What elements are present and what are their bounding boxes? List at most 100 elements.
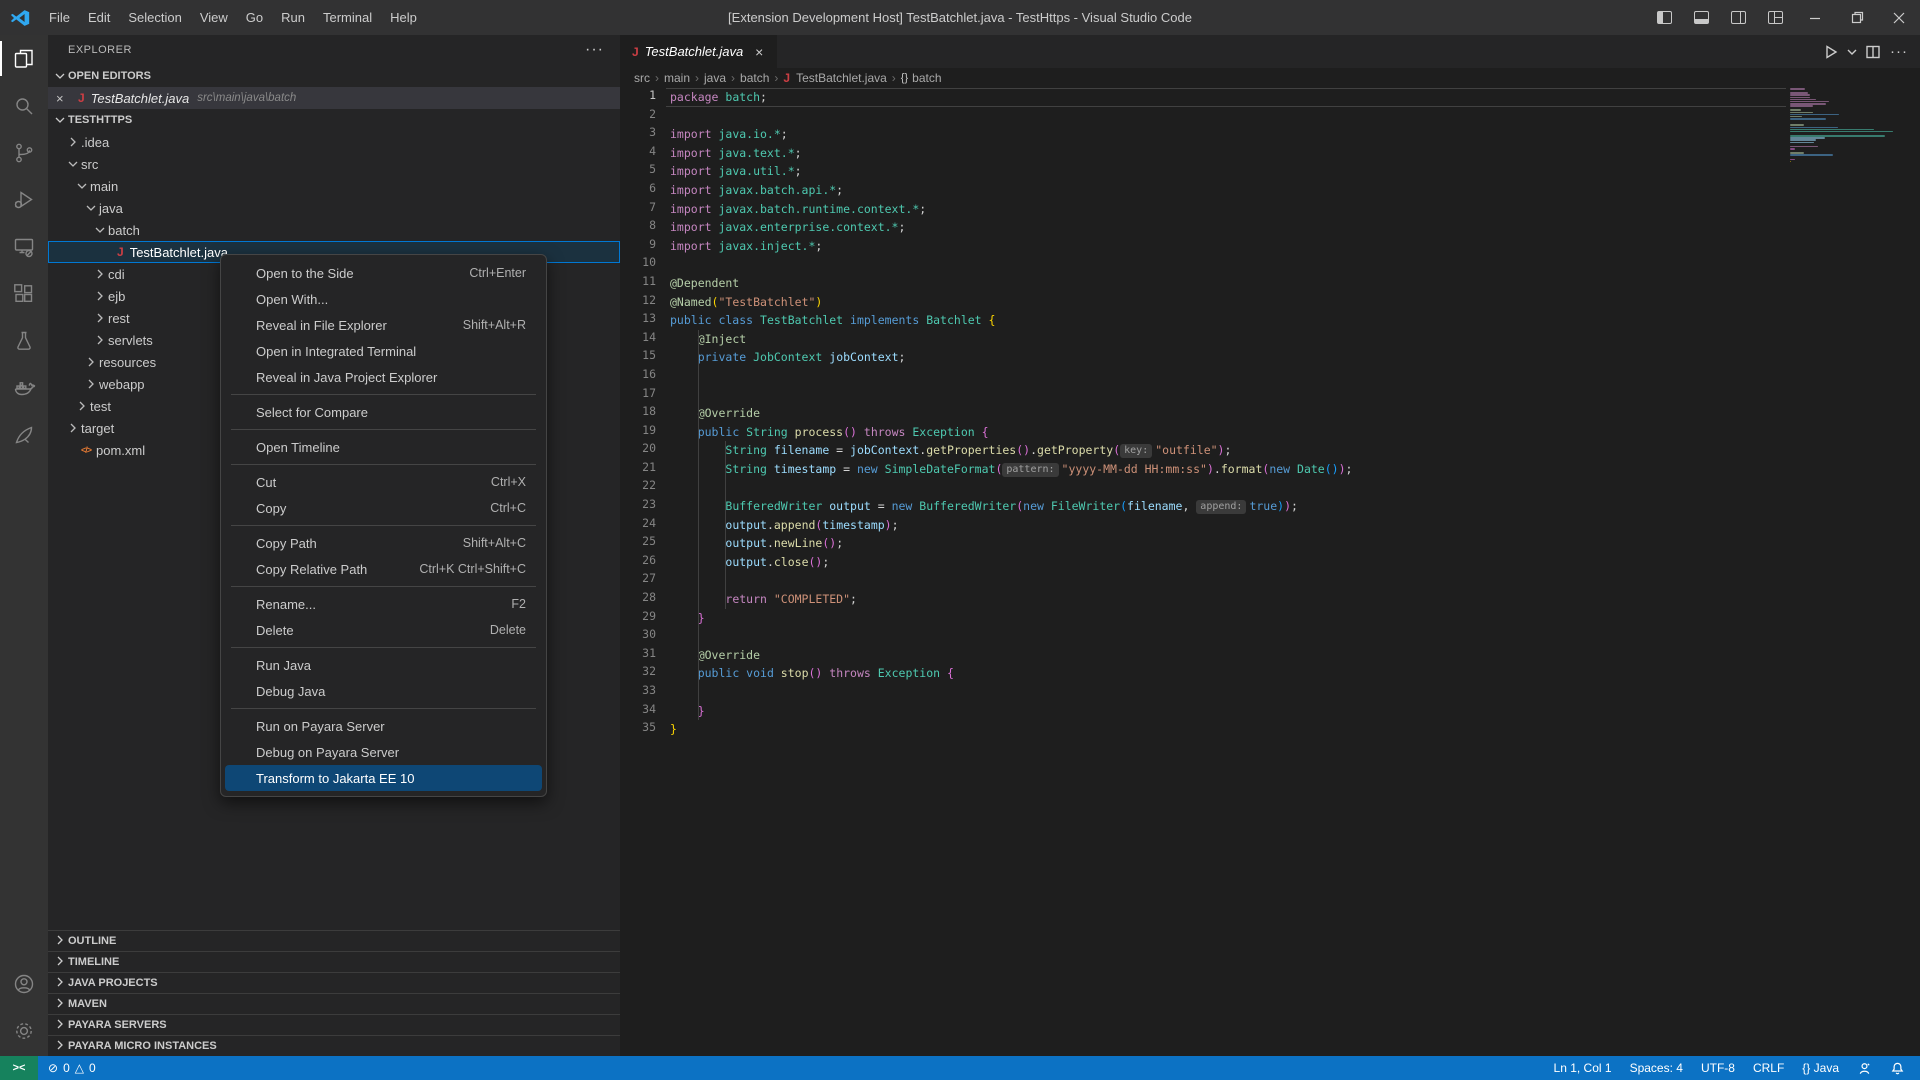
line-number[interactable]: 3 [620, 125, 664, 144]
breadcrumb-item-testbatchlet-java[interactable]: JTestBatchlet.java [783, 71, 886, 85]
run-dropdown-chevron-icon[interactable] [1844, 39, 1860, 65]
code-line-12[interactable]: @Named("TestBatchlet") [670, 293, 1920, 312]
menu-item-cut[interactable]: CutCtrl+X [225, 469, 542, 495]
code-line-31[interactable]: @Override [670, 646, 1920, 665]
section-payara-micro-instances[interactable]: PAYARA MICRO INSTANCES [48, 1035, 620, 1056]
line-number[interactable]: 21 [620, 460, 664, 479]
tree-item-java[interactable]: java [48, 197, 620, 219]
line-number[interactable]: 28 [620, 590, 664, 609]
line-number[interactable]: 29 [620, 609, 664, 628]
menu-item-open-with[interactable]: Open With... [225, 286, 542, 312]
line-number[interactable]: 10 [620, 255, 664, 274]
line-number[interactable]: 17 [620, 386, 664, 405]
line-number[interactable]: 34 [620, 702, 664, 721]
line-number[interactable]: 7 [620, 200, 664, 219]
menu-item-copy[interactable]: CopyCtrl+C [225, 495, 542, 521]
code-line-13[interactable]: public class TestBatchlet implements Bat… [670, 311, 1920, 330]
line-number[interactable]: 26 [620, 553, 664, 572]
statusbar-eol[interactable]: CRLF [1753, 1061, 1784, 1075]
code-line-7[interactable]: import javax.batch.runtime.context.*; [670, 200, 1920, 219]
code-line-10[interactable] [670, 255, 1920, 274]
code-line-16[interactable] [670, 367, 1920, 386]
line-number[interactable]: 32 [620, 664, 664, 683]
open-editor-item[interactable]: × J TestBatchlet.java src\main\java\batc… [48, 87, 620, 109]
toggle-secondary-sidebar-icon[interactable] [1731, 11, 1746, 24]
menu-view[interactable]: View [191, 10, 237, 25]
line-number[interactable]: 27 [620, 571, 664, 590]
code-editor[interactable]: 1234567891011121314151617181920212223242… [620, 88, 1920, 1056]
statusbar-feedback[interactable] [1857, 1061, 1872, 1076]
menu-file[interactable]: File [40, 10, 79, 25]
extensions-icon[interactable] [0, 270, 48, 317]
menu-go[interactable]: Go [237, 10, 272, 25]
menu-item-run-on-payara-server[interactable]: Run on Payara Server [225, 713, 542, 739]
statusbar-indentation[interactable]: Spaces: 4 [1630, 1061, 1683, 1075]
sidebar-more-actions-icon[interactable]: ··· [585, 45, 604, 55]
code-line-1[interactable]: package batch; [670, 88, 1920, 107]
menu-item-debug-on-payara-server[interactable]: Debug on Payara Server [225, 739, 542, 765]
code-line-27[interactable] [670, 571, 1920, 590]
close-editor-icon[interactable]: × [56, 91, 72, 106]
settings-gear-icon[interactable] [0, 1007, 48, 1054]
code-line-26[interactable]: output.close(); [670, 553, 1920, 572]
problems-status[interactable]: ⊘ 0 △ 0 [48, 1061, 101, 1075]
line-number[interactable]: 14 [620, 330, 664, 349]
toggle-panel-icon[interactable] [1694, 11, 1709, 24]
code-line-6[interactable]: import javax.batch.api.*; [670, 181, 1920, 200]
code-line-33[interactable] [670, 683, 1920, 702]
code-line-22[interactable] [670, 478, 1920, 497]
section-maven[interactable]: MAVEN [48, 993, 620, 1014]
line-number[interactable]: 20 [620, 441, 664, 460]
code-line-9[interactable]: import javax.inject.*; [670, 237, 1920, 256]
account-icon[interactable] [0, 960, 48, 1007]
code-line-18[interactable]: @Override [670, 404, 1920, 423]
menu-terminal[interactable]: Terminal [314, 10, 381, 25]
line-number[interactable]: 19 [620, 423, 664, 442]
search-icon[interactable] [0, 82, 48, 129]
menu-item-select-for-compare[interactable]: Select for Compare [225, 399, 542, 425]
menu-edit[interactable]: Edit [79, 10, 119, 25]
code-line-5[interactable]: import java.util.*; [670, 162, 1920, 181]
menu-item-reveal-in-java-project-explorer[interactable]: Reveal in Java Project Explorer [225, 364, 542, 390]
testing-beaker-icon[interactable] [0, 317, 48, 364]
tab-close-icon[interactable]: × [751, 44, 767, 60]
open-editors-header[interactable]: OPEN EDITORS [48, 65, 620, 87]
remote-indicator[interactable]: >< [0, 1056, 38, 1080]
line-number[interactable]: 1 [620, 88, 664, 107]
code-line-3[interactable]: import java.io.*; [670, 125, 1920, 144]
code-line-15[interactable]: private JobContext jobContext; [670, 348, 1920, 367]
line-number[interactable]: 31 [620, 646, 664, 665]
tree-item-main[interactable]: main [48, 175, 620, 197]
menu-item-run-java[interactable]: Run Java [225, 652, 542, 678]
breadcrumb-item-main[interactable]: main [664, 71, 690, 85]
code-line-35[interactable]: } [670, 720, 1920, 739]
line-number[interactable]: 16 [620, 367, 664, 386]
code-line-28[interactable]: return "COMPLETED"; [670, 590, 1920, 609]
line-number[interactable]: 11 [620, 274, 664, 293]
line-number[interactable]: 8 [620, 218, 664, 237]
menu-item-copy-relative-path[interactable]: Copy Relative PathCtrl+K Ctrl+Shift+C [225, 556, 542, 582]
line-number[interactable]: 13 [620, 311, 664, 330]
code-line-17[interactable] [670, 386, 1920, 405]
statusbar-cursor-position[interactable]: Ln 1, Col 1 [1554, 1061, 1612, 1075]
menu-item-open-in-integrated-terminal[interactable]: Open in Integrated Terminal [225, 338, 542, 364]
menu-help[interactable]: Help [381, 10, 426, 25]
section-timeline[interactable]: TIMELINE [48, 951, 620, 972]
line-number[interactable]: 15 [620, 348, 664, 367]
code-line-8[interactable]: import javax.enterprise.context.*; [670, 218, 1920, 237]
run-button[interactable] [1818, 39, 1844, 65]
code-line-29[interactable]: } [670, 609, 1920, 628]
tree-item--idea[interactable]: .idea [48, 131, 620, 153]
menu-item-delete[interactable]: DeleteDelete [225, 617, 542, 643]
run-debug-icon[interactable] [0, 176, 48, 223]
line-number[interactable]: 12 [620, 293, 664, 312]
breadcrumb-item-batch[interactable]: {}batch [901, 71, 942, 85]
line-number[interactable]: 4 [620, 144, 664, 163]
code-line-20[interactable]: String filename = jobContext.getProperti… [670, 441, 1920, 460]
code-line-11[interactable]: @Dependent [670, 274, 1920, 293]
customize-layout-icon[interactable] [1768, 11, 1783, 24]
code-line-30[interactable] [670, 627, 1920, 646]
restore-icon[interactable] [1836, 0, 1878, 35]
line-number[interactable]: 23 [620, 497, 664, 516]
section-payara-servers[interactable]: PAYARA SERVERS [48, 1014, 620, 1035]
